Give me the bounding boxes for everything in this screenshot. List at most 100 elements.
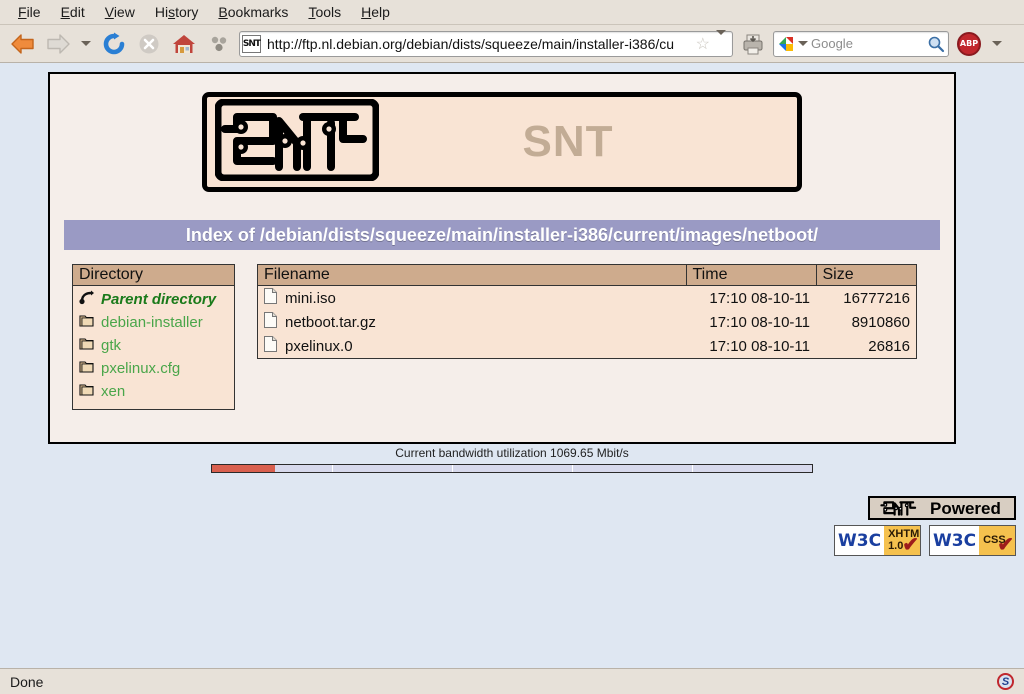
molecule-icon [211, 36, 227, 51]
parent-directory-icon [79, 289, 95, 310]
snt-logo-icon [880, 501, 917, 516]
table-header-row: Filename Time Size [258, 265, 916, 286]
file-table: Filename Time Size mini.iso 17:10 08-10-… [258, 265, 916, 358]
list-item-label[interactable]: gtk [101, 337, 121, 354]
directory-list: Parent directory debian-installer gtk px… [73, 286, 234, 409]
w3c-xhtml-badge[interactable]: W3C XHTML 1.0 ✔ [834, 525, 921, 556]
noscript-icon[interactable]: S [997, 673, 1014, 690]
menu-item-file[interactable]: File [8, 0, 51, 24]
status-bar: Done S [0, 668, 1024, 694]
checkmark-icon: ✔ [902, 534, 919, 556]
stop-button [134, 29, 164, 59]
navigation-toolbar: SNT http://ftp.nl.debian.org/debian/dist… [0, 25, 1024, 63]
back-button[interactable] [8, 29, 38, 59]
file-name[interactable]: mini.iso [285, 290, 336, 307]
file-icon [264, 312, 277, 332]
bandwidth-tick [692, 465, 693, 472]
column-header-filename[interactable]: Filename [258, 265, 686, 286]
list-item[interactable]: gtk [73, 334, 234, 357]
file-icon [264, 288, 277, 308]
menu-item-bookmarks[interactable]: Bookmarks [208, 0, 298, 24]
home-icon [173, 34, 195, 53]
file-time: 17:10 08-10-11 [709, 337, 810, 355]
menu-item-edit[interactable]: Edit [51, 0, 95, 24]
snt-logo-icon [214, 98, 380, 186]
site-banner: SNT [202, 92, 802, 192]
w3c-label: W3C [835, 526, 885, 555]
w3c-label: W3C [930, 526, 980, 555]
search-input[interactable]: Google [811, 36, 924, 51]
folder-icon [79, 358, 95, 379]
menu-item-view[interactable]: View [95, 0, 145, 24]
feed-button[interactable] [204, 29, 234, 59]
table-row[interactable]: netboot.tar.gz 17:10 08-10-11 8910860 [258, 310, 916, 334]
forward-button [43, 29, 73, 59]
url-dropdown-button[interactable] [716, 29, 730, 53]
menu-item-history[interactable]: History [145, 0, 209, 24]
w3c-css-badge[interactable]: W3C CSS ✔ [929, 525, 1016, 556]
file-time: 17:10 08-10-11 [709, 289, 810, 307]
bookmark-star-icon[interactable]: ☆ [696, 34, 712, 54]
snt-powered-badge[interactable]: Powered [868, 496, 1016, 520]
search-bar[interactable]: Google [773, 30, 949, 57]
file-size: 8910860 [851, 313, 910, 331]
adblock-icon: ABP [957, 31, 981, 56]
list-item-label[interactable]: Parent directory [101, 291, 216, 308]
list-item[interactable]: Parent directory [73, 288, 234, 311]
bandwidth-tick [452, 465, 453, 472]
bandwidth-label: Current bandwidth utilization 1069.65 Mb… [395, 446, 629, 460]
bandwidth-fill [212, 465, 275, 472]
chevron-down-icon [81, 41, 91, 46]
folder-icon [79, 335, 95, 356]
column-header-size[interactable]: Size [815, 265, 916, 286]
menu-item-help[interactable]: Help [351, 0, 400, 24]
page-viewport: SNT Index of /debian/dists/squeeze/main/… [0, 64, 1024, 668]
history-dropdown-button[interactable] [78, 30, 94, 58]
checkmark-icon: ✔ [997, 534, 1014, 556]
directory-pane: Directory Parent directory debian-instal… [72, 264, 235, 410]
reload-button[interactable] [99, 29, 129, 59]
google-icon[interactable] [777, 35, 795, 53]
list-item[interactable]: pxelinux.cfg [73, 357, 234, 380]
menu-bar: File Edit View History Bookmarks Tools H… [0, 0, 1024, 25]
list-item-label[interactable]: xen [101, 383, 125, 400]
file-icon [264, 336, 277, 356]
file-name[interactable]: pxelinux.0 [285, 338, 353, 355]
file-pane: Filename Time Size mini.iso 17:10 08-10-… [257, 264, 917, 359]
list-item-label[interactable]: pxelinux.cfg [101, 360, 180, 377]
chevron-down-icon [716, 29, 726, 52]
banner-title: SNT [522, 117, 614, 166]
search-engine-chevron-icon[interactable] [798, 41, 808, 46]
file-time: 17:10 08-10-11 [709, 313, 810, 331]
table-row[interactable]: pxelinux.0 17:10 08-10-11 26816 [258, 334, 916, 358]
listing-area: Directory Parent directory debian-instal… [72, 264, 954, 410]
column-header-time[interactable]: Time [685, 265, 816, 286]
file-size: 26816 [868, 337, 910, 355]
folder-icon [79, 381, 95, 402]
adblock-dropdown-button[interactable] [989, 30, 1005, 58]
forward-arrow-icon [47, 33, 70, 54]
site-favicon: SNT [242, 34, 261, 53]
list-item[interactable]: debian-installer [73, 311, 234, 334]
url-input[interactable]: http://ftp.nl.debian.org/debian/dists/sq… [265, 36, 692, 52]
folder-icon [79, 312, 95, 333]
home-button[interactable] [169, 29, 199, 59]
bandwidth-meter [211, 464, 813, 473]
directory-header: Directory [73, 265, 234, 286]
list-item-label[interactable]: debian-installer [101, 314, 203, 331]
url-bar[interactable]: SNT http://ftp.nl.debian.org/debian/dist… [239, 29, 733, 57]
search-icon[interactable] [927, 35, 945, 53]
file-name[interactable]: netboot.tar.gz [285, 314, 376, 331]
chevron-down-icon [992, 41, 1002, 46]
print-button[interactable] [738, 29, 768, 59]
reload-icon [103, 32, 125, 54]
table-row[interactable]: mini.iso 17:10 08-10-11 16777216 [258, 286, 916, 311]
adblock-plus-button[interactable]: ABP [954, 29, 984, 59]
page-title: Index of /debian/dists/squeeze/main/inst… [64, 220, 940, 250]
stop-icon [139, 34, 159, 53]
list-item[interactable]: xen [73, 380, 234, 403]
printer-icon [743, 34, 763, 54]
status-bar-icons: S [997, 673, 1014, 690]
menu-item-tools[interactable]: Tools [298, 0, 351, 24]
page-content: SNT Index of /debian/dists/squeeze/main/… [48, 72, 956, 444]
